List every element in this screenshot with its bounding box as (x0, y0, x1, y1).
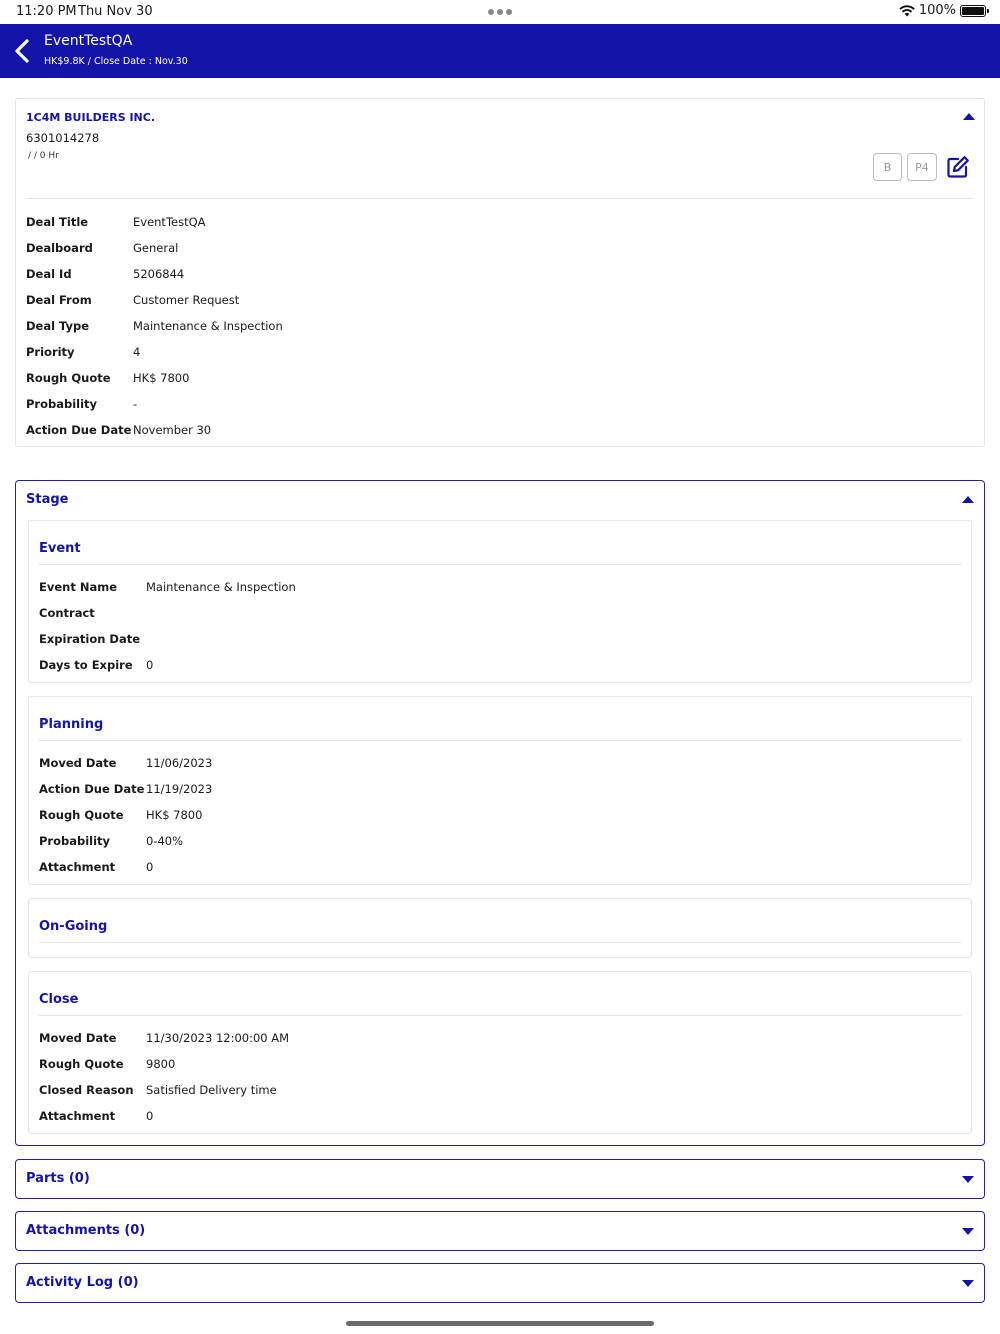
status-date: Thu Nov 30 (78, 4, 153, 19)
caret-down-icon[interactable] (962, 1176, 974, 1183)
divider (39, 740, 961, 741)
planning-row: Moved Date 11/06/2023 (39, 756, 213, 770)
stage-planning-card: Planning Moved Date 11/06/2023 Action Due… (28, 696, 972, 885)
close-row: Moved Date 11/30/2023 12:00:00 AM (39, 1031, 290, 1045)
planning-row: Probability 0-40% (39, 834, 184, 848)
deal-row: Deal Id 5206844 (26, 267, 185, 281)
event-row: Contract (39, 606, 95, 620)
deal-row: Deal From Customer Request (26, 293, 240, 307)
deal-row: Priority 4 (26, 345, 141, 359)
divider (39, 564, 961, 565)
priority-chip: P4 (907, 153, 937, 181)
deal-row: Action Due Date November 30 (26, 423, 212, 437)
home-indicator[interactable] (346, 1321, 654, 1326)
stage-section: Stage Event Event Name Maintenance & Insp… (15, 480, 985, 1146)
divider (26, 198, 974, 199)
parts-section-title: Parts (0) (26, 1171, 90, 1186)
stage-planning-title: Planning (39, 717, 104, 732)
stage-close-card: Close Moved Date 11/30/2023 12:00:00 AM R… (28, 971, 972, 1134)
planning-row: Attachment 0 (39, 860, 154, 874)
deal-info-card: 1C4M BUILDERS INC. 6301014278 / / 0 Hr B… (15, 98, 985, 447)
close-row: Rough Quote 9800 (39, 1057, 176, 1071)
customer-name[interactable]: 1C4M BUILDERS INC. (26, 111, 155, 124)
planning-row: Rough Quote HK$ 7800 (39, 808, 203, 822)
deal-row: Deal Title EventTestQA (26, 215, 206, 229)
status-time: 11:20 PM (16, 4, 77, 19)
nav-bar: EventTestQA HK$9.8K / Close Date : Nov.3… (0, 24, 1000, 78)
parts-section[interactable]: Parts (0) (15, 1159, 985, 1199)
customer-code: 6301014278 (26, 131, 100, 145)
close-row: Attachment 0 (39, 1109, 154, 1123)
caret-down-icon[interactable] (962, 1280, 974, 1287)
battery-percent: 100% (918, 3, 956, 18)
chevron-left-icon[interactable] (10, 36, 36, 66)
deal-row: Deal Type Maintenance & Inspection (26, 319, 283, 333)
deal-row: Dealboard General (26, 241, 179, 255)
attachments-section-title: Attachments (0) (26, 1223, 146, 1238)
stage-ongoing-title: On-Going (39, 919, 108, 934)
battery-icon (960, 4, 989, 17)
edit-icon[interactable] (946, 155, 970, 179)
planning-row: Action Due Date 11/19/2023 (39, 782, 213, 796)
multitasking-dots-icon[interactable] (488, 9, 512, 15)
activity-log-section[interactable]: Activity Log (0) (15, 1263, 985, 1303)
event-row: Event Name Maintenance & Inspection (39, 580, 296, 594)
stage-section-title[interactable]: Stage (26, 492, 68, 507)
collapse-caret-icon[interactable] (963, 113, 975, 120)
divider (39, 942, 961, 943)
page-subtitle: HK$9.8K / Close Date : Nov.30 (44, 56, 188, 67)
deal-row: Probability - (26, 397, 138, 411)
stage-close-title: Close (39, 992, 79, 1007)
close-row: Closed Reason Satisfied Delivery time (39, 1083, 277, 1097)
event-row: Days to Expire 0 (39, 658, 154, 672)
stage-ongoing-card: On-Going (28, 898, 972, 958)
customer-meta: / / 0 Hr (28, 151, 59, 161)
caret-down-icon[interactable] (962, 1228, 974, 1235)
grade-chip: B (873, 153, 902, 181)
activity-log-section-title: Activity Log (0) (26, 1275, 139, 1290)
event-row: Expiration Date (39, 632, 141, 646)
divider (39, 1015, 961, 1016)
collapse-caret-icon[interactable] (962, 496, 974, 503)
stage-event-card: Event Event Name Maintenance & Inspection… (28, 520, 972, 683)
status-bar: 11:20 PM Thu Nov 30 100% (0, 0, 1000, 24)
page-title: EventTestQA (44, 33, 133, 49)
wifi-icon (899, 4, 915, 16)
attachments-section[interactable]: Attachments (0) (15, 1211, 985, 1251)
stage-event-title: Event (39, 541, 81, 556)
deal-row: Rough Quote HK$ 7800 (26, 371, 190, 385)
